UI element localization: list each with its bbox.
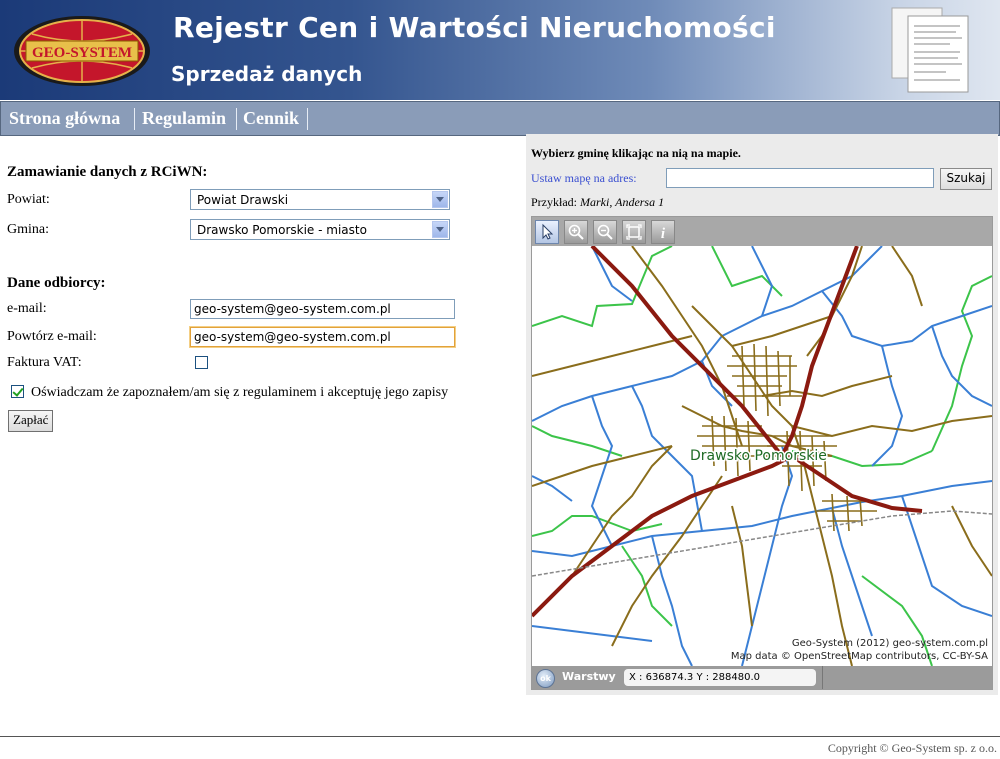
example-value: Marki, Andersa 1 [580, 195, 665, 209]
map-panel: Wybierz gminę klikając na nią na mapie. … [526, 134, 998, 695]
map-statusbar: ok Warstwy X : 636874.3 Y : 288480.0 [532, 666, 992, 689]
zoom-extent-icon[interactable] [622, 220, 646, 244]
set-map-address-link[interactable]: Ustaw mapę na adres: [531, 171, 637, 186]
main-nav: Strona główna Regulamin Cennik [0, 101, 1000, 136]
town-label: Drawsko Pomorskie [690, 448, 827, 464]
nav-regulations[interactable]: Regulamin [138, 102, 230, 135]
statusbar-divider [822, 666, 823, 689]
invoice-label: Faktura VAT: [7, 355, 82, 370]
zoom-in-icon[interactable] [564, 220, 588, 244]
powiat-select-value: Powiat Drawski [197, 193, 289, 207]
gmina-select[interactable]: Drawsko Pomorskie - miasto [190, 219, 450, 240]
email-label: e-mail: [7, 301, 47, 316]
logo-text: GEO-SYSTEM [32, 45, 132, 61]
address-input[interactable] [666, 168, 934, 188]
email-repeat-field[interactable]: geo-system@geo-system.com.pl [190, 327, 455, 347]
map-attribution-osm: Map data © OpenStreetMap contributors, C… [730, 651, 988, 662]
page-subtitle: Sprzedaż danych [171, 62, 363, 86]
copyright-text: Copyright © Geo-System sp. z o.o. [827, 741, 997, 755]
map-container: i Drawsko Pomorskie Geo-System (2012) ge… [531, 216, 993, 690]
order-heading: Zamawianie danych z RCiWN: [7, 164, 208, 180]
header-banner: GEO-SYSTEM Rejestr Cen i Wartości Nieruc… [0, 0, 1000, 100]
page-title: Rejestr Cen i Wartości Nieruchomości [173, 11, 776, 44]
email-repeat-label: Powtórz e-mail: [7, 329, 97, 344]
address-example: Przykład: Marki, Andersa 1 [531, 195, 664, 210]
map-canvas[interactable]: Drawsko Pomorskie Geo-System (2012) geo-… [532, 244, 992, 667]
order-form: Zamawianie danych z RCiWN: Powiat: Powia… [0, 134, 525, 734]
gmina-label: Gmina: [7, 222, 49, 237]
chevron-down-icon[interactable] [432, 191, 448, 208]
nav-pricing[interactable]: Cennik [239, 102, 303, 135]
nav-divider [307, 108, 308, 130]
pay-button[interactable]: Zapłać [8, 410, 54, 432]
nav-home[interactable]: Strona główna [5, 102, 124, 135]
zoom-out-icon[interactable] [593, 220, 617, 244]
nav-divider [134, 108, 135, 130]
document-thumbnail-icon [891, 7, 969, 93]
terms-checkbox[interactable] [11, 385, 24, 398]
email-field[interactable]: geo-system@geo-system.com.pl [190, 299, 455, 319]
invoice-checkbox[interactable] [195, 356, 208, 369]
powiat-select[interactable]: Powiat Drawski [190, 189, 450, 210]
powiat-label: Powiat: [7, 192, 50, 207]
layers-button[interactable]: Warstwy [562, 670, 616, 683]
search-button[interactable]: Szukaj [940, 168, 992, 190]
geo-system-logo: GEO-SYSTEM [14, 16, 150, 86]
chevron-down-icon[interactable] [432, 221, 448, 238]
gmina-select-value: Drawsko Pomorskie - miasto [197, 223, 367, 237]
map-instruction: Wybierz gminę klikając na nią na mapie. [531, 146, 741, 160]
example-label: Przykład: [531, 195, 577, 209]
pointer-icon[interactable] [535, 220, 559, 244]
coordinates-readout: X : 636874.3 Y : 288480.0 [624, 669, 816, 686]
footer-divider [0, 736, 1000, 737]
terms-label: Oświadczam że zapoznałem/am się z regula… [31, 385, 449, 400]
nav-divider [236, 108, 237, 130]
info-icon[interactable]: i [651, 220, 675, 244]
map-attribution-geosystem: Geo-System (2012) geo-system.com.pl [791, 638, 988, 649]
recipient-heading: Dane odbiorcy: [7, 275, 106, 291]
ok-icon[interactable]: ok [536, 669, 555, 688]
map-drawing: Drawsko Pomorskie [532, 244, 992, 667]
map-toolbar: i [532, 217, 992, 246]
svg-text:i: i [661, 226, 666, 241]
